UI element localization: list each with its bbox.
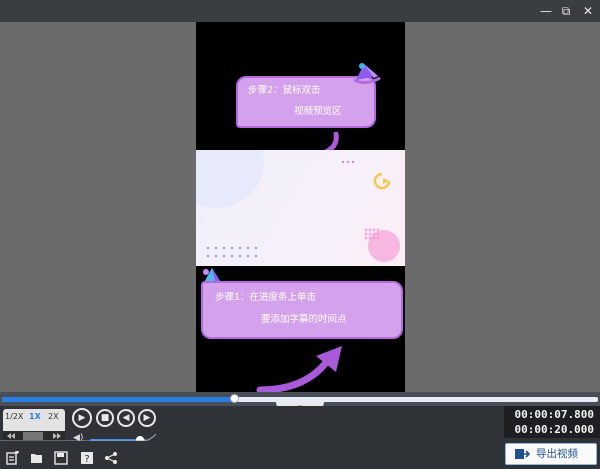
speed-normal-button[interactable]: 1X — [29, 412, 41, 421]
progress-fill — [2, 397, 235, 402]
speed-double-button[interactable]: 2X — [48, 412, 59, 421]
restore-icon: ⧉ — [561, 4, 571, 18]
save-icon[interactable] — [54, 451, 68, 465]
next-frame-icon: ▶ — [143, 413, 151, 423]
prev-frame-button[interactable]: ◀ — [117, 409, 135, 427]
current-time: 00:00:07.800 — [514, 408, 594, 421]
title-bar: — ⧉ ✕ — [0, 0, 600, 22]
svg-text:?: ? — [84, 454, 89, 465]
help-icon[interactable]: ? — [80, 451, 94, 465]
play-button[interactable]: ▶ — [72, 408, 92, 428]
step2-line1: 步骤2：鼠标双击 — [248, 85, 321, 96]
stop-button[interactable]: ■ — [96, 409, 114, 427]
stop-icon: ■ — [100, 413, 110, 423]
play-icon: ▶ — [78, 413, 86, 423]
maximize-button[interactable]: ⧉ — [558, 3, 574, 19]
frame-graphic — [196, 150, 400, 262]
total-time: 00:00:20.000 — [514, 423, 594, 436]
export-video-label: 导出视频 — [536, 448, 578, 460]
new-project-icon[interactable] — [6, 451, 20, 465]
speed-half-button[interactable]: 1/2X — [5, 412, 23, 421]
step1-line2: 要添加字幕的时间点 — [261, 314, 347, 325]
video-frame — [196, 150, 405, 266]
minimize-icon: — — [540, 4, 552, 18]
curved-arrow-icon — [256, 346, 342, 392]
folder-open-icon[interactable] — [30, 451, 44, 465]
minimize-button[interactable]: — — [538, 3, 554, 19]
export-video-icon — [515, 449, 530, 459]
prev-frame-icon: ◀ — [122, 413, 130, 423]
close-icon: ✕ — [582, 4, 594, 18]
share-icon[interactable] — [104, 451, 118, 465]
close-button[interactable]: ✕ — [580, 3, 596, 19]
video-preview[interactable]: 步骤2：鼠标双击 视频预览区 步骤1：在进度条上单击 要添加字幕的时间点 — [196, 22, 405, 392]
video-editor-app: — ⧉ ✕ 步骤2：鼠标双击 视频预览区 步骤1：在进度条上单击 要添加字幕的时… — [0, 0, 600, 469]
step2-line2: 视频预览区 — [294, 106, 342, 117]
party-hat-icon — [353, 63, 381, 85]
next-frame-button[interactable]: ▶ — [138, 409, 156, 427]
step1-callout: 步骤1：在进度条上单击 要添加字幕的时间点 — [201, 281, 403, 339]
export-video-button[interactable]: 导出视频 — [505, 443, 597, 465]
time-display: 00:00:07.800 00:00:20.000 — [504, 406, 600, 438]
progress-handle[interactable] — [230, 394, 240, 403]
step1-line1: 步骤1：在进度条上单击 — [215, 292, 317, 303]
